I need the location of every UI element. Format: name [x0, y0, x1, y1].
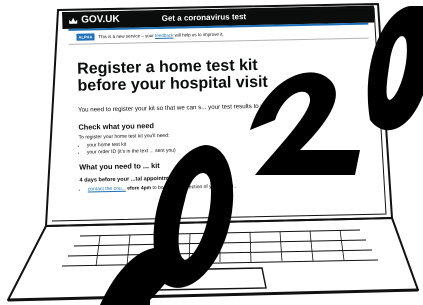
laptop-illustration — [7, 3, 423, 305]
digit-0-second — [367, 6, 423, 131]
digit-0-first — [153, 145, 234, 288]
digit-2-second — [250, 72, 360, 175]
laptop-base-front — [7, 288, 419, 302]
